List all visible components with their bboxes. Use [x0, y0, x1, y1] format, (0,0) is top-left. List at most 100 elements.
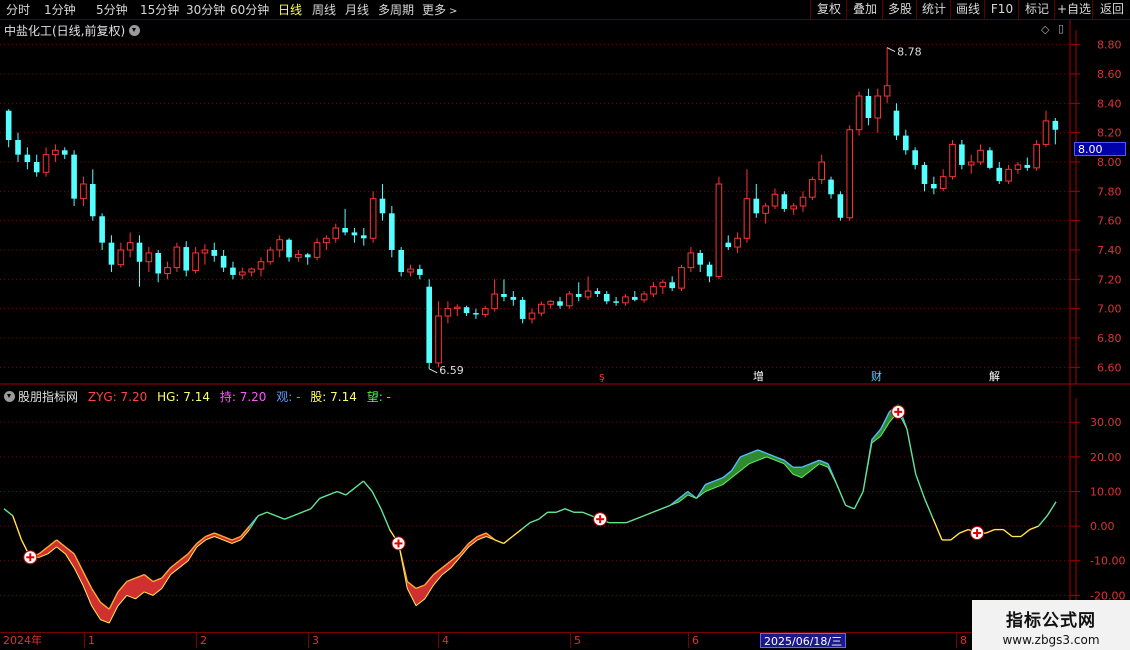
tab-daily[interactable]: 日线	[278, 1, 302, 18]
watermark-title: 指标公式网	[1006, 611, 1096, 631]
candle-body	[5, 110, 12, 140]
dropdown-circle-icon[interactable]	[129, 25, 141, 36]
candle-body	[828, 179, 834, 195]
date-label: 4	[438, 633, 449, 648]
add-watchlist-button[interactable]: +自选	[1054, 0, 1093, 19]
tab-5min[interactable]: 5分钟	[96, 1, 128, 18]
candle-body	[164, 267, 171, 274]
indicator-band-segment	[161, 566, 171, 590]
hg-line-segment	[582, 511, 592, 517]
tab-weekly[interactable]: 周线	[312, 1, 336, 18]
candle-body	[594, 291, 601, 294]
hg-line-segment	[1020, 529, 1031, 537]
candle-body	[743, 198, 751, 239]
hg-line-segment	[328, 491, 338, 496]
tab-monthly[interactable]: 月线	[345, 1, 369, 18]
event-marker-finance[interactable]: 财	[870, 371, 883, 383]
tab-30min[interactable]: 30分钟	[186, 1, 225, 18]
hg-line-segment	[380, 508, 391, 530]
candle-body	[145, 252, 153, 263]
candle-body	[15, 140, 21, 155]
restore-rights-button[interactable]: 复权	[810, 0, 847, 19]
candle-body	[659, 281, 667, 288]
hg-line-segment	[345, 487, 355, 496]
candle-body	[977, 149, 984, 163]
stock-name-label: 中盐化工(日线,前复权)	[4, 24, 126, 38]
tab-60min[interactable]: 60分钟	[230, 1, 269, 18]
tab-fenshi[interactable]: 分时	[6, 1, 30, 18]
hg-line-segment	[635, 515, 645, 520]
dropdown-circle-icon[interactable]	[4, 391, 15, 402]
indicator-band-segment	[442, 560, 452, 576]
hg-line-segment	[371, 491, 382, 510]
candle-body	[1014, 164, 1022, 170]
candle-body	[52, 149, 59, 156]
date-label: 8	[956, 633, 967, 648]
hg-line-segment	[354, 480, 364, 489]
candle-body	[874, 95, 882, 119]
tab-multi-period[interactable]: 多周期	[378, 1, 414, 18]
price-tick-label: 7.20	[1097, 273, 1122, 286]
candle-body	[959, 144, 965, 165]
tab-1min[interactable]: 1分钟	[44, 1, 76, 18]
event-marker-increase[interactable]: 增	[752, 371, 765, 383]
candle-body	[369, 198, 377, 239]
indicator-band-segment	[722, 470, 732, 486]
candle-body	[33, 162, 40, 173]
candle-body	[61, 150, 68, 155]
candle-body	[557, 301, 563, 306]
indicator-tick-label: 30.00	[1090, 416, 1122, 429]
hg-line-segment	[266, 511, 276, 517]
candle-body	[351, 232, 358, 236]
current-price-tag: 8.00	[1074, 142, 1126, 156]
max-price-pointer	[886, 47, 896, 53]
mark-button[interactable]: 标记	[1018, 0, 1055, 19]
candle-body	[1042, 120, 1050, 145]
back-button[interactable]: 返回	[1092, 0, 1130, 19]
tab-15min[interactable]: 15分钟	[140, 1, 179, 18]
hg-line-segment	[643, 511, 653, 517]
candle-body	[883, 85, 891, 97]
f10-button[interactable]: F10	[984, 0, 1019, 19]
tab-more-label: 更多	[422, 3, 447, 17]
candle-body	[71, 154, 77, 199]
hg-line-segment	[512, 529, 522, 537]
main-chart-title[interactable]: 中盐化工(日线,前复权)	[4, 22, 141, 39]
hg-line-segment	[1003, 529, 1013, 537]
indicator-tick-label: 20.00	[1090, 451, 1122, 464]
candle-body	[201, 249, 209, 254]
event-marker-1[interactable]: ş	[598, 371, 606, 383]
overlay-button[interactable]: 叠加	[846, 0, 883, 19]
candle-body	[846, 129, 854, 219]
indicator-band-segment	[170, 560, 180, 576]
hg-line-segment	[363, 480, 373, 492]
hg-line-segment	[1029, 525, 1039, 531]
square-icon[interactable]: ▯	[1058, 22, 1064, 35]
candle-body	[192, 252, 199, 272]
hg-line-segment	[950, 532, 960, 541]
diamond-icon[interactable]: ◇	[1041, 23, 1049, 36]
candle-body	[547, 300, 554, 305]
tab-more[interactable]: 更多 >	[422, 1, 457, 18]
candle-body	[211, 250, 218, 256]
max-price-label: 8.78	[897, 46, 922, 59]
date-axis: 2024年 1 2 3 4 5 6 2025/06/18/三 8	[0, 632, 1070, 649]
candle-body	[818, 161, 826, 181]
candle-body	[678, 267, 685, 289]
hg-line-segment	[836, 484, 847, 506]
candle-body	[771, 193, 779, 207]
indicator-tick-label: 0.00	[1090, 520, 1115, 533]
statistics-button[interactable]: 统计	[916, 0, 951, 19]
candle-body	[519, 299, 526, 319]
chart-canvas: 8.80 8.60 8.40 8.20 8.00 7.80 7.60 7.40 7.20 7.00…	[0, 20, 1130, 632]
candle-body	[286, 239, 292, 258]
multi-stock-button[interactable]: 多股	[882, 0, 917, 19]
indicator-title[interactable]: 股朋指标网 ZYG: 7.20 HG: 7.14 持: 7.20 观: - 股:…	[4, 388, 391, 405]
indicator-band-segment	[56, 539, 66, 555]
candle-body	[566, 293, 573, 307]
event-marker-unlock[interactable]: 解	[988, 371, 1001, 383]
draw-line-button[interactable]: 画线	[950, 0, 985, 19]
candle-body	[912, 150, 918, 165]
hg-line-segment	[564, 508, 575, 513]
hg-line-segment	[301, 508, 312, 513]
